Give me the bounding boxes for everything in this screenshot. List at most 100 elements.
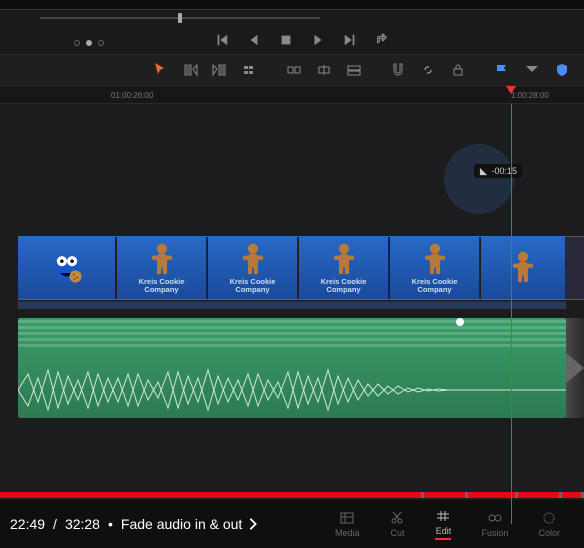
trim-end-tool[interactable]: [212, 61, 228, 79]
skip-fwd-icon: [343, 33, 357, 47]
timeline-ruler[interactable]: 01:00:26:00 1:00:28:00: [0, 86, 584, 104]
replace-icon: [346, 62, 362, 78]
video-clip-kris-1[interactable]: Kreis CookieCompany: [117, 237, 207, 299]
flag-icon: [494, 62, 510, 78]
grid-icon: [242, 62, 258, 78]
flag-tool[interactable]: [494, 61, 510, 79]
selection-tool[interactable]: [152, 61, 168, 79]
gingerbread-icon: [236, 242, 270, 276]
zoom-slider-row: [0, 10, 584, 26]
audio-track-1[interactable]: [18, 318, 566, 418]
video-clip-kris-4[interactable]: Kreis CookieCompany: [390, 237, 480, 299]
trim-start-icon: [182, 62, 198, 78]
track-gap: [18, 301, 566, 309]
fusion-icon: [487, 510, 503, 526]
video-clip-kris-5[interactable]: [481, 237, 566, 299]
insert-tool[interactable]: [286, 61, 302, 79]
chevron-down-icon: [524, 62, 540, 78]
time-duration: 32:28: [65, 516, 100, 532]
video-clip-kris-3[interactable]: Kreis CookieCompany: [299, 237, 389, 299]
video-track-tail: [566, 236, 584, 300]
dot-prev: [74, 40, 80, 46]
dot-next: [98, 40, 104, 46]
shield-icon: [554, 62, 570, 78]
fade-handle[interactable]: [456, 318, 464, 326]
marker-tool[interactable]: [554, 61, 570, 79]
page-fusion[interactable]: Fusion: [481, 510, 508, 538]
lock-icon: [450, 62, 466, 78]
gingerbread-icon: [145, 242, 179, 276]
skip-back-button[interactable]: [215, 33, 229, 47]
video-clip-kris-2[interactable]: Kreis CookieCompany: [208, 237, 298, 299]
overwrite-tool[interactable]: [316, 61, 332, 79]
chapter-title: Fade audio in & out: [121, 516, 242, 532]
gingerbread-icon: [418, 242, 452, 276]
replace-tool[interactable]: [346, 61, 362, 79]
video-clip-cookie-monster[interactable]: [18, 237, 116, 299]
dot-current: [86, 40, 92, 46]
clip-label: Kreis CookieCompany: [139, 278, 185, 295]
audio-lanes: [18, 320, 566, 360]
overwrite-icon: [316, 62, 332, 78]
pointer-icon: [152, 62, 168, 78]
progress-bar[interactable]: [0, 492, 584, 498]
page-media[interactable]: Media: [335, 510, 360, 538]
ruler-timecode-2: 1:00:28:00: [511, 91, 549, 100]
clip-label: Kreis CookieCompany: [230, 278, 276, 295]
retime-tool[interactable]: [390, 61, 406, 79]
chapter-dot: •: [108, 516, 113, 532]
play-button[interactable]: [311, 33, 325, 47]
loop-button[interactable]: [375, 33, 389, 47]
playhead-head-icon: [506, 86, 516, 94]
window-top-strip: [0, 0, 584, 10]
clip-label: Kreis CookieCompany: [321, 278, 367, 295]
link-icon: [420, 62, 436, 78]
blade-tool[interactable]: [242, 61, 258, 79]
playhead-extended: [511, 104, 512, 500]
step-back-icon: [247, 33, 261, 47]
chapter-button[interactable]: Fade audio in & out: [121, 516, 260, 532]
cursor-highlight: [444, 144, 514, 214]
cut-icon: [389, 510, 405, 526]
magnet-icon: [390, 62, 406, 78]
cookie-monster-icon: [50, 251, 84, 285]
video-player-bar: 22:49 / 32:28 • Fade audio in & out Medi…: [0, 500, 584, 548]
ruler-timecode-1: 01:00:26:00: [111, 91, 153, 100]
video-track-1[interactable]: Kreis CookieCompany Kreis CookieCompany …: [18, 236, 566, 300]
progress-fill: [0, 492, 412, 498]
page-color[interactable]: Color: [538, 510, 560, 538]
view-dots[interactable]: [74, 40, 104, 46]
gingerbread-icon: [327, 242, 361, 276]
page-edit[interactable]: Edit: [435, 508, 451, 540]
play-icon: [311, 33, 325, 47]
flag-menu[interactable]: [524, 61, 540, 79]
media-icon: [339, 510, 355, 526]
edit-icon: [435, 508, 451, 524]
loop-icon: [375, 33, 389, 47]
clip-label: Kreis CookieCompany: [412, 278, 458, 295]
time-current: 22:49: [10, 516, 45, 532]
page-tabs: Media Cut Edit Fusion Color: [335, 508, 574, 540]
timeline-canvas[interactable]: Kreis CookieCompany Kreis CookieCompany …: [0, 104, 584, 524]
stop-button[interactable]: [279, 33, 293, 47]
edit-toolbar: [0, 54, 584, 86]
waveform-icon: [18, 362, 566, 418]
skip-fwd-button[interactable]: [343, 33, 357, 47]
fade-duration-badge: -00:15: [474, 164, 522, 178]
trim-end-icon: [212, 62, 228, 78]
stop-icon: [279, 33, 293, 47]
chevron-right-icon: [246, 517, 260, 531]
link-tool[interactable]: [420, 61, 436, 79]
lock-tool[interactable]: [450, 61, 466, 79]
trim-start-tool[interactable]: [182, 61, 198, 79]
time-sep: /: [53, 516, 57, 532]
insert-icon: [286, 62, 302, 78]
color-icon: [541, 510, 557, 526]
audio-track-tail: [566, 318, 584, 418]
fade-duration-value: -00:15: [491, 166, 517, 176]
step-back-button[interactable]: [247, 33, 261, 47]
zoom-slider-thumb[interactable]: [178, 13, 182, 23]
page-cut[interactable]: Cut: [389, 510, 405, 538]
skip-back-icon: [215, 33, 229, 47]
fade-badge-icon: [479, 167, 488, 176]
